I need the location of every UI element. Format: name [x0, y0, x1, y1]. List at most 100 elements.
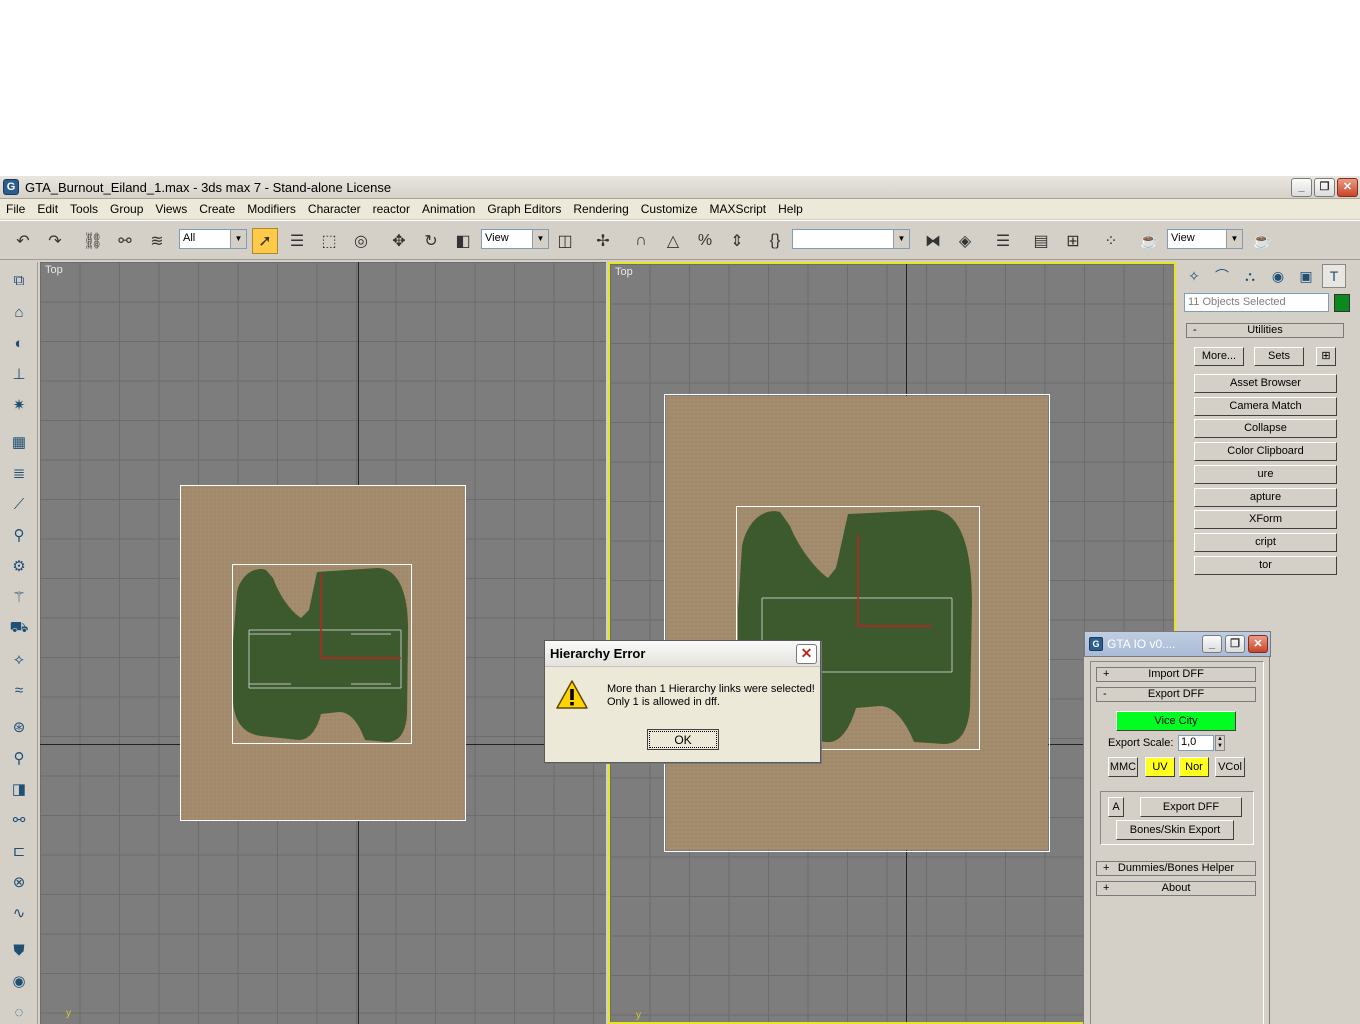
reference-coordinate-dropdown[interactable]: View ▼	[481, 229, 549, 249]
point-to-point-constraint-icon[interactable]: ⚯	[7, 808, 31, 832]
layer-manager-icon[interactable]: ☰	[990, 228, 1016, 254]
viewport-label[interactable]: Top	[615, 266, 633, 278]
menu-graph-editors[interactable]: Graph Editors	[481, 202, 567, 216]
mmc-button[interactable]: MMC	[1108, 757, 1138, 777]
maxscript-button[interactable]: cript	[1194, 533, 1337, 552]
color-clipboard-button[interactable]: Color Clipboard	[1194, 442, 1337, 461]
select-by-name-icon[interactable]: ☰	[284, 228, 310, 254]
more-button[interactable]: More...	[1194, 347, 1244, 366]
utility-button-9[interactable]: tor	[1194, 556, 1337, 575]
utilities-rollout-header[interactable]: - Utilities	[1186, 323, 1344, 338]
hierarchy-tab-icon[interactable]: ⛬	[1238, 264, 1262, 288]
utility-button-6[interactable]: apture	[1194, 488, 1337, 507]
menu-help[interactable]: Help	[772, 202, 809, 216]
select-and-move-icon[interactable]: ✥	[386, 228, 412, 254]
dummies-bones-helper-rollout[interactable]: + Dummies/Bones Helper	[1096, 861, 1256, 876]
select-and-rotate-icon[interactable]: ↻	[418, 228, 444, 254]
modify-tab-icon[interactable]: ⌒	[1210, 264, 1234, 288]
motor-icon[interactable]: ⚙	[7, 554, 31, 578]
import-dff-rollout[interactable]: + Import DFF	[1096, 667, 1256, 682]
export-scale-input[interactable]: 1,0	[1178, 735, 1214, 751]
rectangular-selection-icon[interactable]: ⬚	[316, 228, 342, 254]
redo-icon[interactable]: ↷	[42, 228, 68, 254]
select-and-manipulate-icon[interactable]: ✢	[590, 228, 616, 254]
restore-button[interactable]: ❐	[1314, 178, 1335, 197]
select-and-scale-icon[interactable]: ◧	[450, 228, 476, 254]
point-path-constraint-icon[interactable]: ∿	[7, 901, 31, 925]
wind-icon[interactable]: ⚚	[7, 585, 31, 609]
display-tab-icon[interactable]: ▣	[1294, 264, 1318, 288]
dialog-titlebar[interactable]: Hierarchy Error ✕	[545, 641, 820, 667]
menu-group[interactable]: Group	[104, 202, 149, 216]
viewport-top-left[interactable]: Top y	[40, 262, 606, 1024]
menu-edit[interactable]: Edit	[31, 202, 64, 216]
camera-match-button[interactable]: Camera Match	[1194, 397, 1337, 416]
align-icon[interactable]: ◈	[952, 228, 978, 254]
spinner-arrows-icon[interactable]: ▲ ▼	[1215, 735, 1225, 751]
linear-dashpot-icon[interactable]: ⟋	[7, 492, 31, 516]
minimize-button[interactable]: _	[1202, 635, 1222, 653]
minimize-button[interactable]: _	[1291, 178, 1312, 197]
snaps-toggle-icon[interactable]: ∩	[628, 228, 654, 254]
normals-toggle-button[interactable]: Nor	[1179, 757, 1209, 777]
rope-collection-icon[interactable]: ⊥	[7, 362, 31, 386]
spinner-snap-icon[interactable]: ⇕	[724, 228, 750, 254]
configure-button-sets-icon[interactable]: ⊞	[1316, 347, 1336, 366]
cloth-modifier-icon[interactable]: ⛊	[7, 938, 31, 962]
hinge-constraint-icon[interactable]: ◨	[7, 777, 31, 801]
selection-filter-dropdown[interactable]: All ▼	[179, 229, 247, 249]
create-tab-icon[interactable]: ✧	[1182, 264, 1206, 288]
menu-tools[interactable]: Tools	[64, 202, 104, 216]
menu-file[interactable]: File	[0, 202, 31, 216]
curve-editor-icon[interactable]: ▤	[1028, 228, 1054, 254]
mirror-icon[interactable]: ⧓	[920, 228, 946, 254]
asset-browser-button[interactable]: Asset Browser	[1194, 374, 1337, 393]
named-selection-sets-dropdown[interactable]: ▼	[792, 229, 910, 249]
game-vice-city-button[interactable]: Vice City	[1116, 711, 1236, 731]
render-scene-icon[interactable]: ☕	[1136, 228, 1162, 254]
dialog-close-button[interactable]: ✕	[796, 644, 817, 664]
rope-modifier-icon[interactable]: ◌	[7, 1000, 31, 1024]
utilities-tab-icon[interactable]: T	[1322, 264, 1346, 288]
gta-io-titlebar[interactable]: G GTA IO v0.... _ ❐ ✕	[1084, 631, 1271, 657]
water-icon[interactable]: ≈	[7, 678, 31, 702]
render-type-dropdown[interactable]: View ▼	[1167, 229, 1243, 249]
toy-car-icon[interactable]: ⛟	[7, 616, 31, 640]
close-button[interactable]: ✕	[1337, 178, 1358, 197]
utility-button-5[interactable]: ure	[1194, 465, 1337, 484]
maximize-button[interactable]: ❐	[1225, 635, 1245, 653]
menu-character[interactable]: Character	[302, 202, 367, 216]
angle-snap-icon[interactable]: △	[660, 228, 686, 254]
close-button[interactable]: ✕	[1248, 635, 1268, 653]
vertex-color-button[interactable]: VCol	[1215, 757, 1245, 777]
ok-button[interactable]: OK	[647, 729, 719, 750]
bind-to-space-warp-icon[interactable]: ≋	[144, 228, 170, 254]
menu-create[interactable]: Create	[193, 202, 241, 216]
percent-snap-icon[interactable]: %	[692, 228, 718, 254]
about-rollout[interactable]: + About	[1096, 881, 1256, 896]
rigid-body-collection-icon[interactable]: ⧉	[7, 268, 31, 292]
schematic-view-icon[interactable]: ⊞	[1060, 228, 1086, 254]
menu-modifiers[interactable]: Modifiers	[241, 202, 302, 216]
edit-named-selection-icon[interactable]: {}	[762, 228, 788, 254]
car-wheel-constraint-icon[interactable]: ⊗	[7, 870, 31, 894]
quick-render-icon[interactable]: ☕	[1249, 228, 1275, 254]
menu-views[interactable]: Views	[149, 202, 193, 216]
soft-body-modifier-icon[interactable]: ◉	[7, 969, 31, 993]
fracture-icon[interactable]: ⟡	[7, 647, 31, 671]
a-button[interactable]: A	[1108, 797, 1124, 817]
constraint-solver-icon[interactable]: ⊛	[7, 715, 31, 739]
use-pivot-center-icon[interactable]: ◫	[552, 228, 578, 254]
export-dff-button[interactable]: Export DFF	[1140, 797, 1242, 817]
plane-icon[interactable]: ▦	[7, 430, 31, 454]
uv-toggle-button[interactable]: UV	[1145, 757, 1175, 777]
deforming-mesh-collection-icon[interactable]: ✷	[7, 393, 31, 417]
window-crossing-icon[interactable]: ◎	[348, 228, 374, 254]
menu-maxscript[interactable]: MAXScript	[703, 202, 772, 216]
select-object-icon[interactable]: ➚	[252, 228, 278, 254]
motion-tab-icon[interactable]: ◉	[1266, 264, 1290, 288]
select-and-link-icon[interactable]: ⛓	[80, 228, 106, 254]
cloth-collection-icon[interactable]: ⌂	[7, 300, 31, 324]
viewport-label[interactable]: Top	[45, 264, 63, 276]
selection-name-field[interactable]: 11 Objects Selected	[1184, 293, 1329, 312]
